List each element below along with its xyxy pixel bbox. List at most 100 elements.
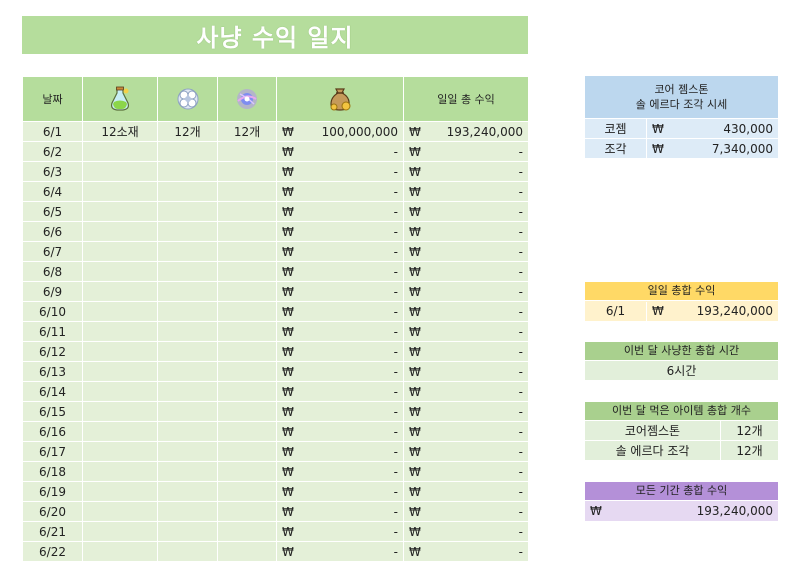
cell-core-gemstone[interactable] <box>157 141 218 162</box>
cell-sol-erda[interactable] <box>217 341 277 362</box>
cell-daily-total[interactable]: ₩ - <box>403 501 529 522</box>
cell-core-gemstone[interactable] <box>157 401 218 422</box>
cell-meso[interactable]: ₩ - <box>276 261 404 282</box>
cell-daily-total[interactable]: ₩193,240,000 <box>403 121 529 142</box>
cell-core-gemstone[interactable] <box>157 521 218 542</box>
cell-sol-erda[interactable] <box>217 441 277 462</box>
cell-core-gemstone[interactable] <box>157 541 218 562</box>
cell-daily-total[interactable]: ₩ - <box>403 141 529 162</box>
cell-daily-total[interactable]: ₩ - <box>403 381 529 402</box>
cell-daily-total[interactable]: ₩ - <box>403 301 529 322</box>
cell-meso[interactable]: ₩ - <box>276 441 404 462</box>
cell-daily-total[interactable]: ₩ - <box>403 241 529 262</box>
cell-meso[interactable]: ₩ - <box>276 341 404 362</box>
cell-sol-erda[interactable] <box>217 161 277 182</box>
cell-daily-total[interactable]: ₩ - <box>403 181 529 202</box>
cell-date[interactable]: 6/14 <box>22 381 83 402</box>
cell-potion[interactable] <box>82 181 158 202</box>
cell-date[interactable]: 6/2 <box>22 141 83 162</box>
cell-potion[interactable] <box>82 201 158 222</box>
cell-potion[interactable] <box>82 421 158 442</box>
cell-meso[interactable]: ₩ - <box>276 361 404 382</box>
cell-potion[interactable] <box>82 221 158 242</box>
cell-core-gemstone[interactable] <box>157 201 218 222</box>
cell-core-gemstone[interactable] <box>157 461 218 482</box>
cell-date[interactable]: 6/12 <box>22 341 83 362</box>
cell-sol-erda[interactable] <box>217 381 277 402</box>
cell-daily-total[interactable]: ₩ - <box>403 321 529 342</box>
header-date[interactable]: 날짜 <box>22 76 83 122</box>
cell-date[interactable]: 6/10 <box>22 301 83 322</box>
cell-sol-erda[interactable] <box>217 361 277 382</box>
cell-date[interactable]: 6/1 <box>22 121 83 142</box>
cell-meso[interactable]: ₩100,000,000 <box>276 121 404 142</box>
cell-date[interactable]: 6/18 <box>22 461 83 482</box>
cell-meso[interactable]: ₩ - <box>276 401 404 422</box>
cell-daily-total[interactable]: ₩ - <box>403 281 529 302</box>
cell-date[interactable]: 6/7 <box>22 241 83 262</box>
cell-core-gemstone[interactable] <box>157 441 218 462</box>
cell-sol-erda[interactable] <box>217 241 277 262</box>
cell-daily-total[interactable]: ₩ - <box>403 401 529 422</box>
hunting-time-row[interactable]: 6시간 <box>585 360 778 380</box>
cell-date[interactable]: 6/13 <box>22 361 83 382</box>
cell-daily-total[interactable]: ₩ - <box>403 221 529 242</box>
cell-date[interactable]: 6/17 <box>22 441 83 462</box>
cell-date[interactable]: 6/20 <box>22 501 83 522</box>
cell-date[interactable]: 6/11 <box>22 321 83 342</box>
cell-potion[interactable] <box>82 281 158 302</box>
cell-date[interactable]: 6/19 <box>22 481 83 502</box>
cell-core-gemstone[interactable] <box>157 361 218 382</box>
cell-potion[interactable] <box>82 461 158 482</box>
cell-potion[interactable] <box>82 481 158 502</box>
cell-potion[interactable] <box>82 261 158 282</box>
cell-date[interactable]: 6/22 <box>22 541 83 562</box>
cell-sol-erda[interactable] <box>217 201 277 222</box>
cell-meso[interactable]: ₩ - <box>276 501 404 522</box>
cell-sol-erda[interactable] <box>217 521 277 542</box>
cell-sol-erda[interactable] <box>217 461 277 482</box>
cell-daily-total[interactable]: ₩ - <box>403 341 529 362</box>
cell-date[interactable]: 6/5 <box>22 201 83 222</box>
cell-meso[interactable]: ₩ - <box>276 241 404 262</box>
cell-meso[interactable]: ₩ - <box>276 461 404 482</box>
cell-potion[interactable] <box>82 401 158 422</box>
cell-core-gemstone[interactable] <box>157 221 218 242</box>
cell-sol-erda[interactable] <box>217 181 277 202</box>
cell-daily-total[interactable]: ₩ - <box>403 481 529 502</box>
cell-core-gemstone[interactable]: 12개 <box>157 121 218 142</box>
cell-daily-total[interactable]: ₩ - <box>403 541 529 562</box>
cell-potion[interactable] <box>82 381 158 402</box>
cell-sol-erda[interactable]: 12개 <box>217 121 277 142</box>
cell-sol-erda[interactable] <box>217 261 277 282</box>
cell-potion[interactable] <box>82 541 158 562</box>
cell-daily-total[interactable]: ₩ - <box>403 521 529 542</box>
cell-date[interactable]: 6/6 <box>22 221 83 242</box>
items-row-core-gem[interactable]: 코어젬스톤 12개 <box>585 420 778 440</box>
cell-sol-erda[interactable] <box>217 501 277 522</box>
cell-core-gemstone[interactable] <box>157 181 218 202</box>
cell-core-gemstone[interactable] <box>157 421 218 442</box>
cell-meso[interactable]: ₩ - <box>276 421 404 442</box>
cell-date[interactable]: 6/4 <box>22 181 83 202</box>
price-row-fragment[interactable]: 조각 ₩ 7,340,000 <box>585 138 778 158</box>
cell-core-gemstone[interactable] <box>157 241 218 262</box>
cell-core-gemstone[interactable] <box>157 501 218 522</box>
cell-meso[interactable]: ₩ - <box>276 161 404 182</box>
daily-total-row[interactable]: 6/1 ₩ 193,240,000 <box>585 300 778 321</box>
cell-potion[interactable]: 12소재 <box>82 121 158 142</box>
cell-sol-erda[interactable] <box>217 541 277 562</box>
cell-date[interactable]: 6/9 <box>22 281 83 302</box>
cell-core-gemstone[interactable] <box>157 341 218 362</box>
cell-potion[interactable] <box>82 341 158 362</box>
header-core-gemstone[interactable] <box>157 76 218 122</box>
cell-core-gemstone[interactable] <box>157 381 218 402</box>
header-sol-erda-fragment[interactable] <box>217 76 277 122</box>
cell-core-gemstone[interactable] <box>157 301 218 322</box>
cell-core-gemstone[interactable] <box>157 261 218 282</box>
cell-meso[interactable]: ₩ - <box>276 221 404 242</box>
cell-date[interactable]: 6/15 <box>22 401 83 422</box>
cell-meso[interactable]: ₩ - <box>276 301 404 322</box>
cell-potion[interactable] <box>82 301 158 322</box>
price-row-core-gem[interactable]: 코젬 ₩ 430,000 <box>585 118 778 138</box>
